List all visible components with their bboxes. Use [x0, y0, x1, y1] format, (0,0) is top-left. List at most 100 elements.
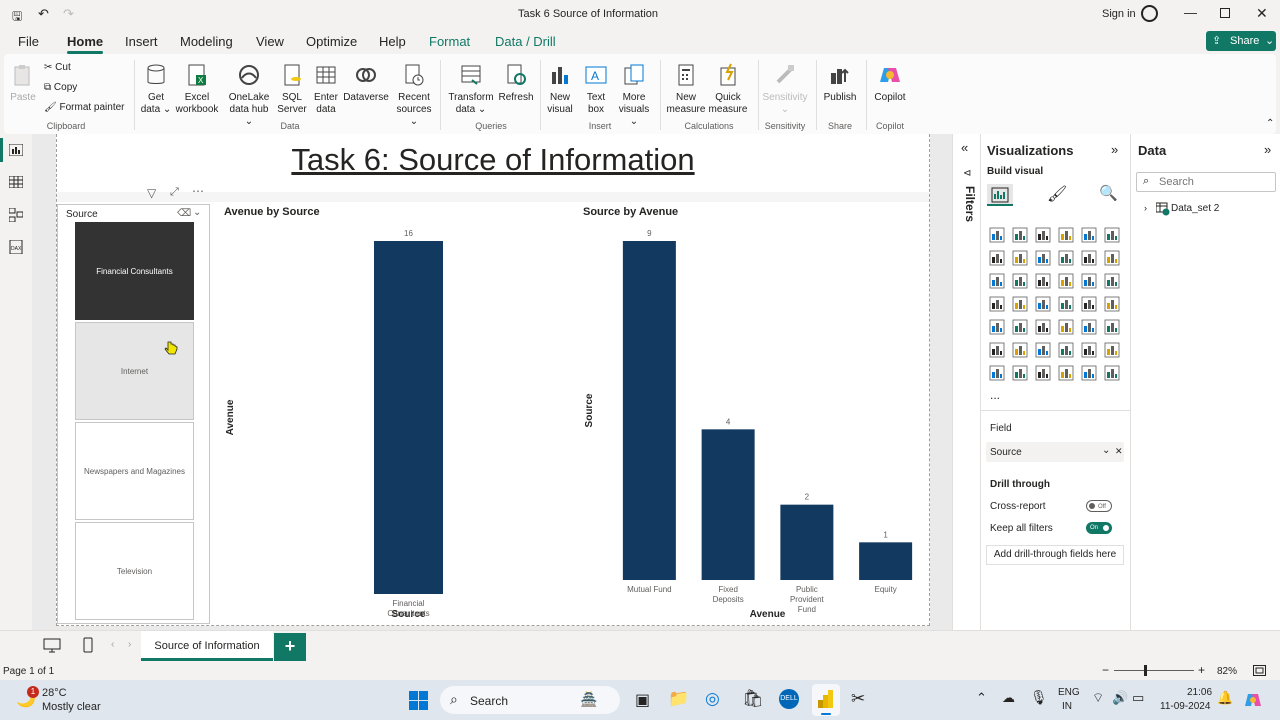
viz-r-visual-icon[interactable]	[1104, 319, 1120, 335]
transform-data-button[interactable]: Transform data ⌄	[446, 62, 496, 116]
report-page[interactable]: Task 6: Source of Information ▽ ⤢ ⋯ Sour…	[56, 134, 930, 626]
wifi-icon[interactable]: ⌔	[1092, 690, 1104, 706]
viz-matrix-icon[interactable]	[1081, 319, 1097, 335]
viz-area-icon[interactable]	[1012, 250, 1028, 266]
viz-stacked-column-icon[interactable]	[1012, 227, 1028, 243]
store-icon[interactable]: 🛍	[742, 689, 764, 709]
collapse-ribbon-icon[interactable]: ⌃	[1266, 118, 1274, 129]
expand-icon[interactable]: »	[1111, 142, 1118, 157]
file-explorer-icon[interactable]: 📁	[668, 689, 689, 709]
viz-100-bar-icon[interactable]	[1081, 227, 1097, 243]
viz-power-apps-icon[interactable]	[1012, 365, 1028, 381]
viz-scatter-icon[interactable]	[1035, 273, 1051, 289]
viz-kpi-icon[interactable]	[1012, 319, 1028, 335]
desktop-layout-icon[interactable]	[43, 638, 61, 654]
viz-shape-map-icon[interactable]	[1058, 296, 1074, 312]
viz-stacked-bar-icon[interactable]	[989, 227, 1005, 243]
more-visuals-icon[interactable]: ...	[990, 388, 1000, 402]
data-search-box[interactable]: ⌕	[1136, 172, 1276, 192]
menu-format[interactable]: Format	[429, 34, 470, 49]
get-data-button[interactable]: Get data ⌄	[140, 62, 172, 116]
onedrive-icon[interactable]: ☁	[1002, 690, 1015, 706]
taskbar-search[interactable]: ⌕ Search 🏯	[440, 686, 620, 714]
table-view-icon[interactable]	[9, 176, 23, 188]
paste-button[interactable]: Paste	[8, 62, 38, 104]
copilot-taskbar-icon[interactable]	[1243, 690, 1263, 710]
menu-view[interactable]: View	[256, 34, 284, 49]
chevron-up-icon[interactable]: ⌃	[976, 690, 987, 706]
bar-financial-consultants[interactable]	[374, 241, 443, 594]
viz-100-column-icon[interactable]	[1104, 227, 1120, 243]
menu-data-drill[interactable]: Data / Drill	[495, 34, 556, 49]
copilot-button[interactable]: Copilot	[870, 62, 910, 104]
viz-azure-map-icon[interactable]	[1035, 296, 1051, 312]
more-visuals-button[interactable]: More visuals ⌄	[614, 62, 654, 128]
bar-mutual-fund[interactable]	[622, 241, 676, 580]
add-drill-through-fields[interactable]: Add drill-through fields here	[986, 545, 1124, 565]
cross-report-toggle[interactable]: Off	[1086, 500, 1112, 512]
viz-table-icon[interactable]	[1058, 319, 1074, 335]
viz-slicer-icon[interactable]	[1035, 319, 1051, 335]
text-box-button[interactable]: A Text box	[580, 62, 612, 116]
bar-public-provident-fund[interactable]	[780, 504, 834, 580]
language-1[interactable]: ENG	[1058, 687, 1080, 698]
viz-stacked-area-icon[interactable]	[1035, 250, 1051, 266]
publish-button[interactable]: Publish	[820, 62, 860, 104]
slicer-item-newspapers-and-magazines[interactable]: Newspapers and Magazines	[75, 422, 194, 520]
viz-map-icon[interactable]	[989, 296, 1005, 312]
viz-gauge-icon[interactable]	[1081, 296, 1097, 312]
task-view-icon[interactable]: ▣	[635, 690, 650, 710]
report-title-box[interactable]: Task 6: Source of Information	[57, 134, 929, 192]
data-search-input[interactable]	[1159, 175, 1271, 189]
viz-metrics-icon[interactable]	[1104, 342, 1120, 358]
bar-equity[interactable]	[859, 542, 913, 580]
quick-measure-button[interactable]: Quick measure	[706, 62, 750, 116]
viz-paginated-icon[interactable]	[989, 365, 1005, 381]
analytics-icon[interactable]: 🔍	[1099, 184, 1118, 202]
mobile-layout-icon[interactable]	[83, 637, 93, 653]
fit-to-page-icon[interactable]	[1253, 665, 1266, 676]
account-icon[interactable]	[1141, 5, 1158, 22]
menu-home[interactable]: Home	[67, 34, 104, 54]
slicer-item-internet[interactable]: Internet	[75, 322, 194, 420]
sign-in-link[interactable]: Sign in	[1102, 8, 1136, 20]
viz-python-visual-icon[interactable]	[989, 342, 1005, 358]
new-visual-button[interactable]: New visual	[544, 62, 576, 116]
menu-optimize[interactable]: Optimize	[306, 34, 357, 49]
filter-icon[interactable]: ▽	[147, 186, 156, 200]
viz-more-visual-b-icon[interactable]	[1081, 365, 1097, 381]
recent-sources-button[interactable]: Recent sources ⌄	[392, 62, 436, 128]
keep-all-filters-toggle[interactable]: On	[1086, 522, 1112, 534]
build-visual-tab[interactable]	[987, 184, 1013, 206]
chevron-right-icon[interactable]: ›	[1144, 203, 1147, 213]
page-tab-source-of-information[interactable]: Source of Information	[141, 631, 273, 661]
eraser-icon[interactable]: ⌫	[177, 208, 191, 219]
edge-icon[interactable]: ◎	[705, 689, 720, 709]
filters-label[interactable]: Filters	[957, 186, 977, 246]
slicer-item-television[interactable]: Television	[75, 522, 194, 620]
viz-more-visual-a-icon[interactable]	[1058, 365, 1074, 381]
viz-decomposition-tree-icon[interactable]	[1035, 342, 1051, 358]
next-page-icon[interactable]: ›	[128, 639, 131, 650]
viz-card-icon[interactable]	[1104, 296, 1120, 312]
onelake-button[interactable]: OneLake data hub ⌄	[224, 62, 274, 128]
model-view-icon[interactable]	[9, 208, 23, 222]
close-icon[interactable]: ✕	[1256, 5, 1268, 22]
viz-donut-icon[interactable]	[1081, 273, 1097, 289]
chevron-down-icon[interactable]: ⌄	[193, 207, 201, 218]
viz-power-automate-icon[interactable]	[1035, 365, 1051, 381]
new-measure-button[interactable]: New measure	[666, 62, 706, 116]
sql-server-button[interactable]: SQL Server	[276, 62, 308, 116]
more-options-icon[interactable]: ⋯	[192, 184, 204, 198]
zoom-out-button[interactable]: −	[1102, 663, 1109, 677]
volume-icon[interactable]: 🔊	[1112, 690, 1128, 706]
cut-button[interactable]: ✂ Cut	[44, 62, 71, 73]
weather-desc[interactable]: Mostly clear	[42, 701, 101, 713]
remove-field-icon[interactable]: ✕	[1115, 446, 1123, 457]
chevron-down-icon[interactable]: ⌄	[1102, 445, 1110, 456]
viz-clustered-column-icon[interactable]	[1058, 227, 1074, 243]
chart-source-by-avenue[interactable]: Source by Avenue Source Avenue 9 Mutual Fund…	[580, 204, 928, 624]
slicer-item-financial-consultants[interactable]: Financial Consultants	[75, 222, 194, 320]
minimize-icon[interactable]: —	[1184, 5, 1197, 20]
sensitivity-button[interactable]: Sensitivity ⌄	[760, 62, 810, 116]
